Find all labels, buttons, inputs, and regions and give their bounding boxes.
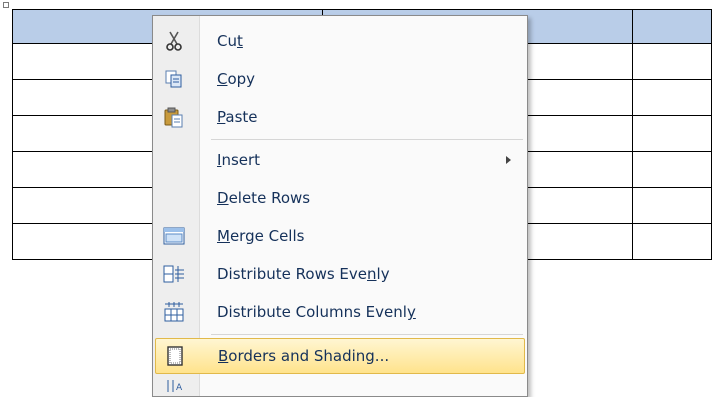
menu-separator (211, 139, 523, 140)
menu-item-label: Paste (217, 108, 258, 126)
table-move-handle[interactable] (3, 2, 9, 8)
table-cell[interactable] (631, 79, 712, 116)
menu-item-merge-cells[interactable]: Merge Cells (155, 219, 525, 253)
merge-cells-icon (163, 225, 185, 247)
submenu-arrow-icon (506, 156, 511, 164)
partial-menu-item-icon: A (165, 378, 185, 393)
table-cell[interactable] (631, 223, 712, 260)
menu-item-label: Insert (217, 151, 261, 169)
menu-item-insert[interactable]: Insert (155, 143, 525, 177)
distribute-columns-icon (163, 301, 185, 323)
table-cell[interactable] (631, 151, 712, 188)
menu-item-distribute-columns[interactable]: Distribute Columns Evenly (155, 295, 525, 329)
clipboard-icon (163, 106, 185, 128)
menu-item-label: Borders and Shading... (218, 347, 390, 365)
menu-item-label: Distribute Columns Evenly (217, 303, 416, 321)
menu-item-label: Distribute Rows Evenly (217, 265, 390, 283)
menu-item-copy[interactable]: Copy (155, 62, 525, 96)
menu-item-borders-and-shading[interactable]: Borders and Shading... (155, 338, 525, 374)
context-menu: Cut Copy Paste Insert Delete Rows Merge … (152, 15, 528, 397)
table-cell[interactable] (631, 9, 712, 44)
table-cell[interactable] (631, 187, 712, 224)
menu-separator (211, 334, 523, 335)
menu-item-label: Merge Cells (217, 227, 305, 245)
scissors-icon (163, 30, 185, 52)
svg-text:A: A (176, 383, 183, 392)
menu-item-distribute-rows[interactable]: Distribute Rows Evenly (155, 257, 525, 291)
menu-item-cut[interactable]: Cut (155, 24, 525, 58)
table-cell[interactable] (631, 43, 712, 80)
menu-item-label: Copy (217, 70, 256, 88)
menu-item-paste[interactable]: Paste (155, 100, 525, 134)
menu-item-delete-rows[interactable]: Delete Rows (155, 181, 525, 215)
table-cell[interactable] (631, 115, 712, 152)
copy-icon (163, 68, 185, 90)
borders-icon (164, 345, 186, 367)
menu-item-label: Delete Rows (217, 189, 311, 207)
distribute-rows-icon (163, 263, 185, 285)
menu-item-label: Cut (217, 32, 243, 50)
